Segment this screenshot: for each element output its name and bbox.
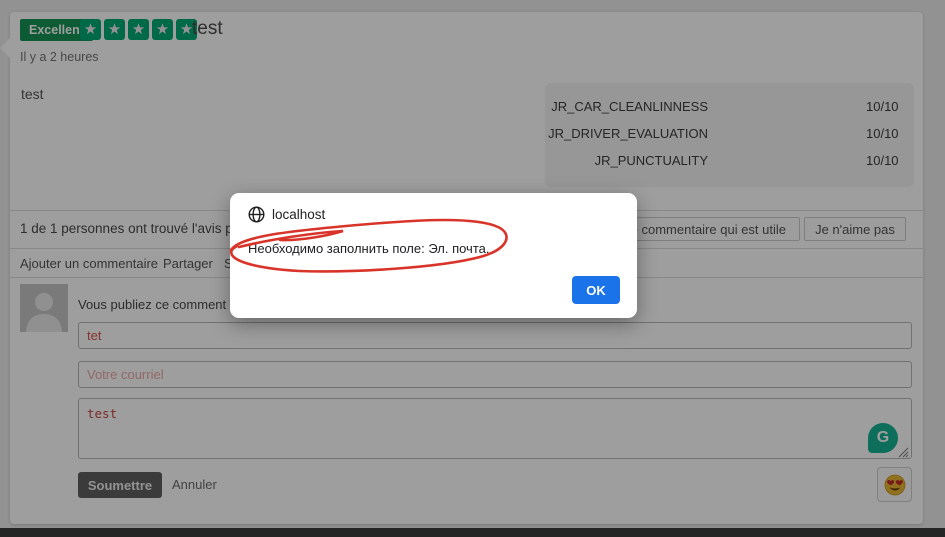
dialog-origin: localhost bbox=[272, 207, 325, 222]
page: Excellent ★ ★ ★ ★ ★ test Il y a 2 heures… bbox=[0, 0, 945, 537]
dialog-message: Необходимо заполнить поле: Эл. почта. bbox=[248, 241, 489, 256]
ok-button[interactable]: OK bbox=[572, 276, 620, 304]
globe-icon bbox=[248, 206, 265, 223]
alert-dialog: localhost Необходимо заполнить поле: Эл.… bbox=[230, 193, 637, 318]
dialog-header: localhost bbox=[248, 206, 325, 223]
